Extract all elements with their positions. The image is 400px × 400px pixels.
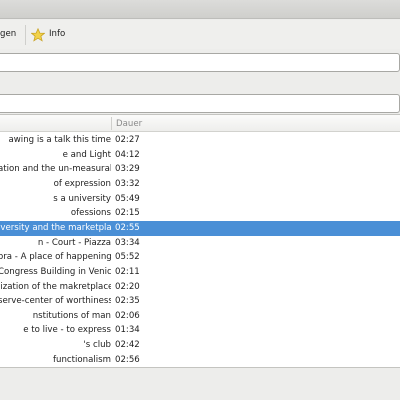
column-header-duration[interactable]: Dauer [116,119,142,129]
track-duration: 04:12 [115,149,140,160]
toolbar: gen Info [0,20,400,49]
track-duration: 03:29 [115,164,140,175]
list-item[interactable]: 's club 02:42 [0,338,400,353]
track-duration: 01:34 [115,325,140,336]
list-item[interactable]: functionalism 02:56 [0,353,400,367]
track-title: iversity and the marketplace [0,222,111,233]
track-title: s a university [53,193,111,204]
track-duration: 03:34 [115,237,140,248]
list-item[interactable]: ation and the un-measurable 03:29 [0,162,400,177]
list-item[interactable]: Congress Building in Venice 02:11 [0,265,400,280]
track-title: lization of the makretplace [0,281,111,292]
track-title: serve-center of worthiness [0,296,111,307]
statusbar [0,370,400,400]
list-item[interactable]: serve-center of worthiness 02:35 [0,294,400,309]
list-item[interactable]: n - Court - Piazza 03:34 [0,236,400,251]
track-duration: 02:06 [115,310,140,321]
track-duration: 02:20 [115,281,140,292]
track-title: functionalism [53,354,111,365]
track-title: e and Light [62,149,111,160]
partial-toolbar-button[interactable]: gen [0,29,16,39]
location-input[interactable] [0,53,400,72]
window-titlebar [0,0,400,19]
track-list[interactable]: Dauer awing is a talk this time 02:27 e an… [0,114,400,368]
list-item[interactable]: lization of the makretplace 02:20 [0,280,400,295]
list-item[interactable]: awing is a talk this time 02:27 [0,133,400,148]
info-button[interactable]: Info [49,29,65,39]
track-title: awing is a talk this time [8,135,111,145]
track-title: n - Court - Piazza [37,237,111,248]
search-input[interactable] [0,94,400,113]
track-duration: 02:15 [115,208,140,219]
track-duration: 02:56 [115,354,140,365]
list-item[interactable]: e and Light 04:12 [0,148,400,163]
list-item[interactable]: ora - A place of happening 05:52 [0,250,400,265]
track-duration: 02:35 [115,296,140,307]
list-item[interactable]: ofessions 02:15 [0,206,400,221]
list-item[interactable]: s a university 05:49 [0,192,400,207]
toolbar-separator [25,25,26,45]
track-duration: 05:52 [115,252,140,263]
list-item[interactable]: nstitutions of man 02:06 [0,309,400,324]
track-title: of expression [53,178,111,189]
track-title: nstitutions of man [32,310,111,321]
track-duration: 02:42 [115,340,140,351]
track-title: ation and the un-measurable [0,164,111,175]
track-duration: 02:27 [115,135,140,145]
track-title: ofessions [70,208,111,219]
star-icon[interactable] [30,27,46,42]
list-item[interactable]: iversity and the marketplace 02:55 [0,220,400,236]
track-duration: 02:11 [115,266,140,277]
list-item[interactable]: e to live - to express 01:34 [0,323,400,338]
track-title: Congress Building in Venice [0,266,111,277]
track-title: 's club [83,340,111,351]
track-title: e to live - to express [23,325,111,336]
list-header: Dauer [0,115,400,132]
track-duration: 05:49 [115,193,140,204]
track-title: ora - A place of happening [0,252,111,263]
track-duration: 02:55 [115,222,140,233]
list-item[interactable]: of expression 03:32 [0,177,400,192]
track-duration: 03:32 [115,178,140,189]
column-divider[interactable] [111,117,112,130]
